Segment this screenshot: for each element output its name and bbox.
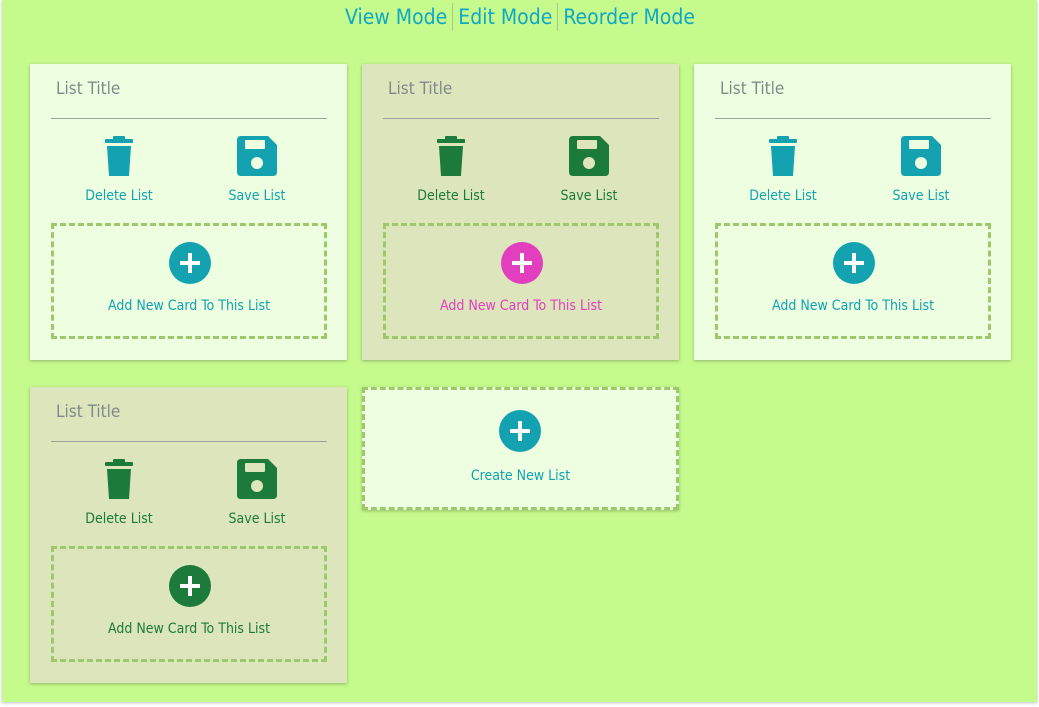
add-card-dropzone[interactable]: Add New Card To This List xyxy=(383,223,659,339)
list-title[interactable]: List Title xyxy=(720,79,784,99)
add-card-label: Add New Card To This List xyxy=(439,298,603,314)
title-divider xyxy=(715,118,991,119)
add-card-dropzone[interactable]: Add New Card To This List xyxy=(51,546,327,662)
save-list-label: Save List xyxy=(228,511,286,527)
board-canvas: View Mode Edit Mode Reorder Mode List Ti… xyxy=(2,0,1037,702)
title-divider xyxy=(51,441,327,442)
title-divider xyxy=(383,118,659,119)
list-title[interactable]: List Title xyxy=(56,79,120,99)
trash-icon xyxy=(437,136,465,176)
delete-list-button[interactable]: Delete List xyxy=(723,136,843,204)
plus-circle-icon xyxy=(169,242,211,284)
title-divider xyxy=(51,118,327,119)
delete-list-label: Delete List xyxy=(85,511,153,527)
plus-circle-icon xyxy=(499,410,541,452)
floppy-disk-icon xyxy=(237,136,277,176)
add-card-dropzone[interactable]: Add New Card To This List xyxy=(51,223,327,339)
delete-list-label: Delete List xyxy=(85,188,153,204)
save-list-label: Save List xyxy=(892,188,950,204)
edit-mode-link[interactable]: Edit Mode xyxy=(453,2,557,32)
list-card: List Title Delete List Save List Add New… xyxy=(30,64,347,360)
reorder-mode-link[interactable]: Reorder Mode xyxy=(558,2,700,32)
save-list-button[interactable]: Save List xyxy=(861,136,981,204)
delete-list-button[interactable]: Delete List xyxy=(59,459,179,527)
floppy-disk-icon xyxy=(901,136,941,176)
delete-list-button[interactable]: Delete List xyxy=(391,136,511,204)
save-list-label: Save List xyxy=(228,188,286,204)
view-mode-link[interactable]: View Mode xyxy=(340,2,452,32)
list-title[interactable]: List Title xyxy=(388,79,452,99)
add-card-label: Add New Card To This List xyxy=(771,298,935,314)
floppy-disk-icon xyxy=(569,136,609,176)
floppy-disk-icon xyxy=(237,459,277,499)
list-title[interactable]: List Title xyxy=(56,402,120,422)
plus-circle-icon xyxy=(169,565,211,607)
save-list-button[interactable]: Save List xyxy=(529,136,649,204)
save-list-button[interactable]: Save List xyxy=(197,459,317,527)
add-card-label: Add New Card To This List xyxy=(107,298,271,314)
plus-circle-icon xyxy=(833,242,875,284)
save-list-button[interactable]: Save List xyxy=(197,136,317,204)
list-card: List Title Delete List Save List Add New… xyxy=(694,64,1011,360)
plus-circle-icon xyxy=(501,242,543,284)
list-card: List Title Delete List Save List Add New… xyxy=(362,64,679,360)
mode-switcher: View Mode Edit Mode Reorder Mode xyxy=(340,2,700,32)
add-card-dropzone[interactable]: Add New Card To This List xyxy=(715,223,991,339)
save-list-label: Save List xyxy=(560,188,618,204)
trash-icon xyxy=(769,136,797,176)
delete-list-button[interactable]: Delete List xyxy=(59,136,179,204)
create-list-label: Create New List xyxy=(470,468,571,484)
delete-list-label: Delete List xyxy=(749,188,817,204)
create-list-button[interactable]: Create New List xyxy=(362,387,679,510)
add-card-label: Add New Card To This List xyxy=(107,621,271,637)
delete-list-label: Delete List xyxy=(417,188,485,204)
trash-icon xyxy=(105,459,133,499)
list-card: List Title Delete List Save List Add New… xyxy=(30,387,347,683)
trash-icon xyxy=(105,136,133,176)
